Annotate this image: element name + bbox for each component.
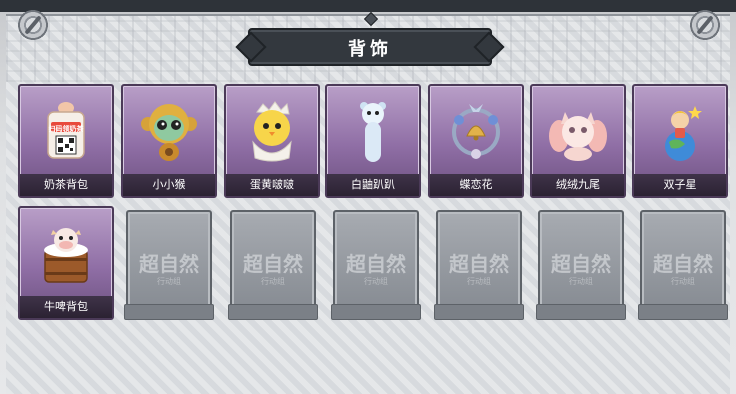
accessory-label: 双子星 — [663, 178, 697, 191]
slot-watermark-sub: 行动组 — [671, 277, 695, 286]
accessory-card-nine-tail-fox[interactable]: 绒绒九尾 — [530, 84, 626, 198]
empty-slot[interactable]: 超自然 行动组 — [536, 210, 626, 320]
empty-slot[interactable]: 超自然 行动组 — [228, 210, 318, 320]
backpack-accessory-screen: 背饰 扫码领奶茶 奶茶背包 小小猴 蛋黄啵啵 白鼬趴趴 蝶恋花 绒绒九尾 双子星… — [0, 0, 736, 394]
accessory-label: 白鼬趴趴 — [351, 178, 395, 191]
white-ferret-icon — [360, 102, 386, 162]
accessory-label: 牛啤背包 — [44, 300, 88, 313]
slot-flap — [434, 304, 524, 320]
slot-watermark-sub: 行动组 — [467, 277, 491, 286]
collection-panel — [6, 14, 730, 394]
accessory-label: 蝶恋花 — [459, 178, 493, 191]
nine-tail-fox-icon — [549, 112, 607, 161]
qr-sticker-text: 扫码领奶茶 — [48, 125, 84, 133]
accessory-card-milk-tea[interactable]: 扫码领奶茶 奶茶背包 — [18, 84, 114, 198]
accessory-card-beer-cow[interactable]: 牛啤背包 — [18, 206, 114, 320]
slot-watermark: 超自然 — [653, 252, 713, 276]
accessory-card-butterfly-flower[interactable]: 蝶恋花 — [428, 84, 524, 198]
accessory-card-white-ferret[interactable]: 白鼬趴趴 — [325, 84, 421, 198]
slot-watermark-sub: 行动组 — [364, 277, 388, 286]
beer-cow-backpack-icon — [44, 228, 88, 283]
slot-flap — [638, 304, 728, 320]
slot-watermark: 超自然 — [243, 252, 303, 276]
empty-slot[interactable]: 超自然 行动组 — [331, 210, 421, 320]
little-monkey-icon — [141, 104, 197, 161]
accessory-label: 小小猴 — [152, 178, 186, 191]
slot-watermark-sub: 行动组 — [157, 277, 181, 286]
egg-chick-icon — [252, 101, 292, 162]
accessory-card-twin-star[interactable]: 双子星 — [632, 84, 728, 198]
accessory-label: 蛋黄啵啵 — [250, 178, 294, 191]
empty-slot[interactable]: 超自然 行动组 — [434, 210, 524, 320]
empty-slot[interactable]: 超自然 行动组 — [638, 210, 728, 320]
twin-star-planet-icon — [665, 106, 702, 161]
slot-watermark: 超自然 — [551, 252, 611, 276]
slot-watermark-sub: 行动组 — [569, 277, 593, 286]
title-plate: 背饰 — [248, 28, 492, 66]
slot-watermark: 超自然 — [346, 252, 406, 276]
empty-slot[interactable]: 超自然 行动组 — [124, 210, 214, 320]
slot-flap — [124, 304, 214, 320]
accessory-label: 奶茶背包 — [44, 178, 88, 191]
slot-flap — [228, 304, 318, 320]
slot-watermark-sub: 行动组 — [261, 277, 285, 286]
accessory-card-little-monkey[interactable]: 小小猴 — [121, 84, 217, 198]
slot-flap — [331, 304, 421, 320]
compass-ornament-icon — [16, 8, 50, 42]
accessory-label: 绒绒九尾 — [556, 178, 600, 191]
slot-flap — [536, 304, 626, 320]
slot-watermark: 超自然 — [139, 252, 199, 276]
accessory-card-egg-chick[interactable]: 蛋黄啵啵 — [224, 84, 320, 198]
compass-ornament-icon — [688, 8, 722, 42]
butterfly-flower-bell-icon — [452, 104, 500, 159]
page-title: 背饰 — [348, 39, 392, 60]
slot-watermark: 超自然 — [449, 252, 509, 276]
